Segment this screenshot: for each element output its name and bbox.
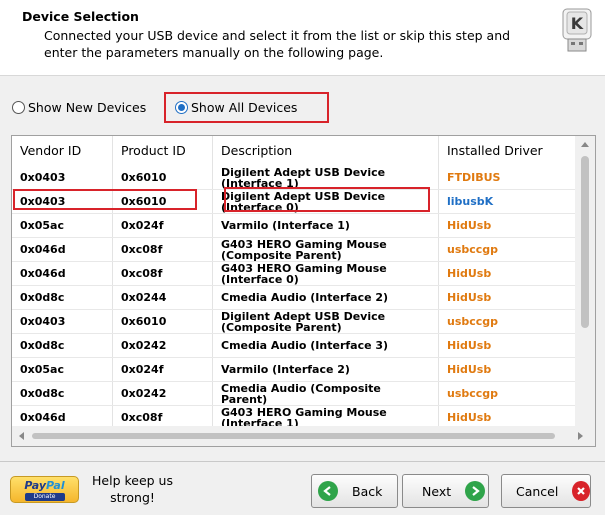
- paypal-logo: PayPal: [24, 479, 65, 492]
- product-id-cell: 0xc08f: [113, 262, 213, 285]
- description-cell: Cmedia Audio (Interface 2): [213, 286, 439, 309]
- highlight-box-show-all: [164, 92, 329, 123]
- description-cell: G403 HERO Gaming Mouse (Interface 0): [213, 262, 439, 285]
- installed-driver-cell: usbccgp: [447, 387, 499, 400]
- column-header-vendor-id[interactable]: Vendor ID: [12, 136, 113, 166]
- description-cell: Varmilo (Interface 1): [213, 214, 439, 237]
- footer-divider: [0, 461, 605, 462]
- vendor-id-cell: 0x05ac: [12, 358, 113, 381]
- paypal-donate-button[interactable]: PayPal Donate: [10, 476, 79, 503]
- installed-driver-cell: HidUsb: [447, 267, 492, 280]
- product-id-cell: 0x0242: [113, 334, 213, 357]
- table-row[interactable]: 0x0403 0x6010 Digilent Adept USB Device (C…: [12, 310, 575, 334]
- next-button-label: Next: [422, 483, 452, 499]
- table-header: Vendor ID Product ID Description Install…: [12, 136, 575, 166]
- description-cell: Cmedia Audio (Composite Parent): [213, 382, 439, 405]
- scroll-right-arrow-icon[interactable]: [578, 432, 583, 440]
- table-row[interactable]: 0x0d8c 0x0244 Cmedia Audio (Interface 2) Hi…: [12, 286, 575, 310]
- highlight-box-ids: [13, 189, 197, 210]
- vendor-id-cell: 0x046d: [12, 262, 113, 285]
- vendor-id-cell: 0x0403: [12, 310, 113, 333]
- installed-driver-cell: HidUsb: [447, 339, 492, 352]
- installed-driver-cell: HidUsb: [447, 291, 492, 304]
- vendor-id-cell: 0x0d8c: [12, 382, 113, 405]
- table-row[interactable]: 0x046d 0xc08f G403 HERO Gaming Mouse (Comp…: [12, 238, 575, 262]
- help-text: Help keep us strong!: [92, 473, 173, 505]
- product-id-cell: 0x024f: [113, 214, 213, 237]
- back-button[interactable]: Back: [311, 474, 398, 508]
- product-id-cell: 0x6010: [113, 310, 213, 333]
- column-header-description[interactable]: Description: [213, 136, 439, 166]
- page-title: Device Selection: [22, 9, 139, 24]
- horizontal-scrollbar[interactable]: [12, 426, 595, 446]
- column-header-product-id[interactable]: Product ID: [113, 136, 213, 166]
- vendor-id-cell: 0x0d8c: [12, 286, 113, 309]
- installed-driver-cell: libusbK: [447, 195, 494, 208]
- product-id-cell: 0xc08f: [113, 238, 213, 261]
- description-cell: G403 HERO Gaming Mouse (Composite Parent…: [213, 238, 439, 261]
- vendor-id-cell: 0x05ac: [12, 214, 113, 237]
- product-id-cell: 0x6010: [113, 166, 213, 189]
- paypal-donate-label: Donate: [24, 493, 65, 501]
- scroll-up-arrow-icon[interactable]: [581, 142, 589, 147]
- page-description: Connected your USB device and select it …: [44, 28, 511, 60]
- installed-driver-cell: usbccgp: [447, 243, 499, 256]
- product-id-cell: 0x0244: [113, 286, 213, 309]
- installed-driver-cell: HidUsb: [447, 363, 492, 376]
- scroll-left-arrow-icon[interactable]: [19, 432, 24, 440]
- installed-driver-cell: usbccgp: [447, 315, 499, 328]
- vertical-scroll-thumb[interactable]: [581, 156, 589, 328]
- highlight-box-description: [224, 187, 430, 212]
- table-row[interactable]: 0x05ac 0x024f Varmilo (Interface 2) HidUsb: [12, 358, 575, 382]
- table-row[interactable]: 0x0d8c 0x0242 Cmedia Audio (Composite Pare…: [12, 382, 575, 406]
- next-button[interactable]: Next: [402, 474, 489, 508]
- svg-text:K: K: [571, 14, 584, 33]
- table-row[interactable]: 0x05ac 0x024f Varmilo (Interface 1) HidUsb: [12, 214, 575, 238]
- product-id-cell: 0x0242: [113, 382, 213, 405]
- device-table: Vendor ID Product ID Description Install…: [11, 135, 596, 447]
- description-cell: Digilent Adept USB Device (Interface 1): [213, 166, 439, 189]
- vendor-id-cell: 0x046d: [12, 238, 113, 261]
- cancel-button-label: Cancel: [516, 483, 559, 499]
- header-panel: Device Selection Connected your USB devi…: [0, 0, 605, 76]
- usb-drive-icon: K: [562, 8, 592, 52]
- table-row[interactable]: 0x0d8c 0x0242 Cmedia Audio (Interface 3) Hi…: [12, 334, 575, 358]
- installed-driver-cell: FTDIBUS: [447, 171, 501, 184]
- radio-unchecked-icon[interactable]: [12, 101, 25, 114]
- show-new-devices-radio[interactable]: Show New Devices: [12, 100, 146, 115]
- description-cell: Varmilo (Interface 2): [213, 358, 439, 381]
- description-cell: Digilent Adept USB Device (Composite Par…: [213, 310, 439, 333]
- column-header-installed-driver[interactable]: Installed Driver: [439, 136, 575, 166]
- horizontal-scroll-thumb[interactable]: [32, 433, 555, 439]
- back-arrow-icon: [318, 481, 338, 501]
- installed-driver-cell: HidUsb: [447, 219, 492, 232]
- vendor-id-cell: 0x0d8c: [12, 334, 113, 357]
- product-id-cell: 0x024f: [113, 358, 213, 381]
- cancel-button[interactable]: Cancel: [501, 474, 591, 508]
- table-row[interactable]: 0x046d 0xc08f G403 HERO Gaming Mouse (Inte…: [12, 262, 575, 286]
- cancel-x-icon: [572, 481, 590, 501]
- back-button-label: Back: [352, 483, 383, 499]
- description-cell: Cmedia Audio (Interface 3): [213, 334, 439, 357]
- vertical-scrollbar[interactable]: [575, 136, 595, 426]
- vendor-id-cell: 0x0403: [12, 166, 113, 189]
- next-arrow-icon: [465, 481, 486, 501]
- show-new-devices-label: Show New Devices: [28, 100, 147, 115]
